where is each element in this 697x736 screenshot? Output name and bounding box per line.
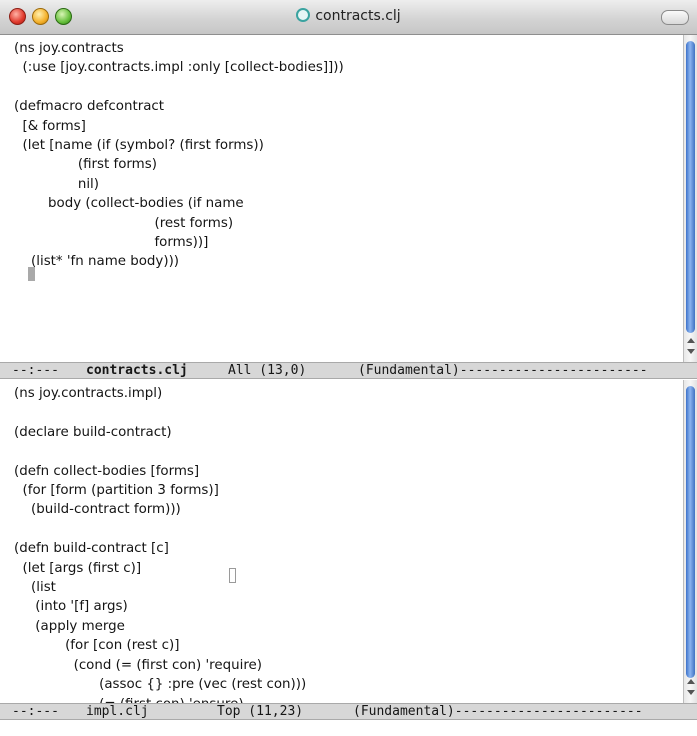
scroll-thumb-top[interactable] (686, 41, 695, 333)
mode-line-top[interactable]: --:--- contracts.clj All (13,0) (Fundame… (0, 362, 697, 379)
minibuffer[interactable] (0, 720, 697, 736)
emacs-window: contracts.clj (ns joy.contracts (:use [j… (0, 0, 697, 736)
inactive-cursor (229, 568, 236, 583)
scrollbar-bottom[interactable] (683, 380, 697, 703)
modeline-buffer-name[interactable]: contracts.clj (86, 363, 188, 378)
scroll-down-arrow-icon[interactable] (687, 349, 695, 354)
modeline-major-mode[interactable]: (Fundamental)------------------------ (353, 704, 643, 719)
modeline-status: --:--- (12, 704, 59, 719)
toolbar-toggle-icon[interactable] (661, 10, 689, 25)
clojure-file-icon[interactable] (296, 8, 311, 22)
scrollbar-top[interactable] (683, 35, 697, 362)
window-title-group: contracts.clj (0, 8, 697, 24)
title-bar[interactable]: contracts.clj (0, 0, 697, 35)
mode-line-bottom[interactable]: --:--- impl.clj Top (11,23) (Fundamental… (0, 703, 697, 720)
code-text-contracts[interactable]: (ns joy.contracts (:use [joy.contracts.i… (14, 39, 344, 272)
modeline-position: Top (11,23) (217, 704, 304, 719)
window-title: contracts.clj (315, 8, 401, 24)
scroll-up-arrow-icon[interactable] (687, 679, 695, 684)
scroll-up-arrow-icon[interactable] (687, 338, 695, 343)
text-cursor (28, 267, 35, 281)
editor-pane-bottom[interactable]: (ns joy.contracts.impl) (declare build-c… (0, 380, 697, 712)
scroll-down-arrow-icon[interactable] (687, 690, 695, 695)
scroll-thumb-bottom[interactable] (686, 386, 695, 678)
modeline-buffer-name[interactable]: impl.clj (86, 704, 149, 719)
modeline-major-mode[interactable]: (Fundamental)------------------------ (358, 363, 648, 378)
editor-pane-top[interactable]: (ns joy.contracts (:use [joy.contracts.i… (0, 35, 697, 362)
modeline-status: --:--- (12, 363, 59, 378)
code-text-impl[interactable]: (ns joy.contracts.impl) (declare build-c… (14, 384, 306, 714)
modeline-position: All (13,0) (228, 363, 307, 378)
